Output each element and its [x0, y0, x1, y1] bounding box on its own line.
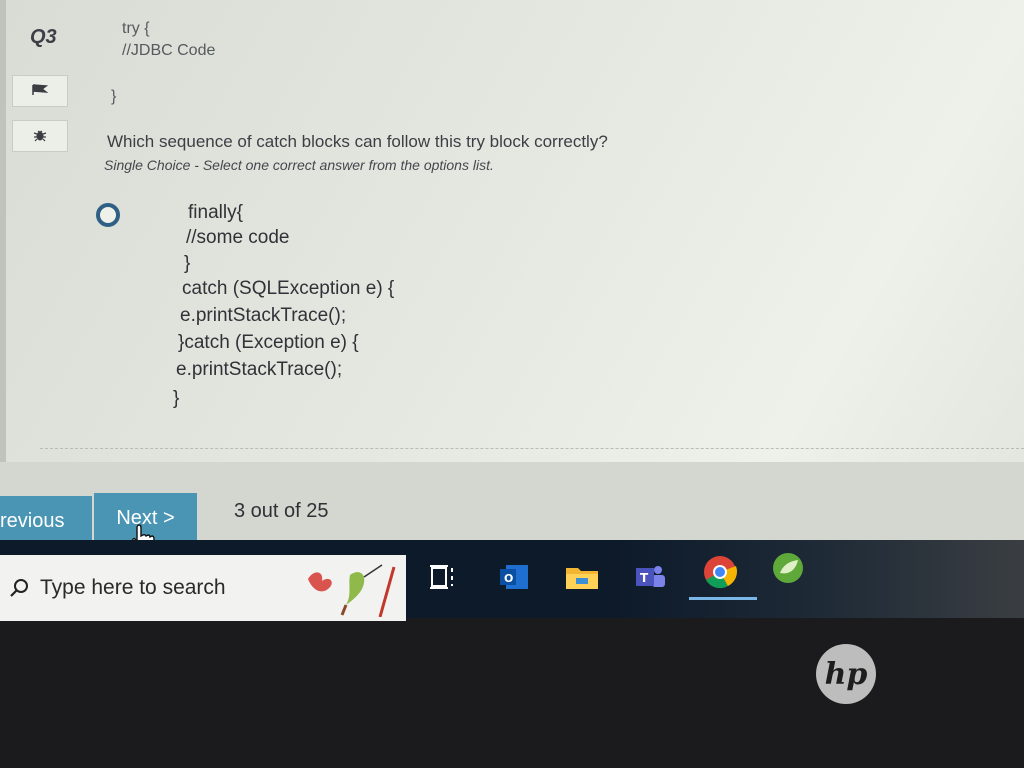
question-code-line-3: }	[111, 88, 117, 105]
svg-text:T: T	[640, 571, 649, 585]
report-bug-button[interactable]	[12, 120, 68, 152]
option-line: }	[173, 388, 180, 409]
file-explorer-icon[interactable]	[564, 562, 600, 592]
flag-button[interactable]	[12, 75, 68, 107]
hp-logo: hp	[816, 644, 876, 704]
option-line: }	[184, 253, 191, 274]
task-view-icon[interactable]	[426, 562, 462, 592]
option-line: catch (SQLException e) {	[182, 278, 395, 299]
question-text: Which sequence of catch blocks can follo…	[107, 132, 608, 151]
hp-logo-text: hp	[824, 656, 868, 692]
question-code-line-1: try {	[122, 20, 150, 37]
question-code-line-2: //JDBC Code	[122, 42, 216, 59]
spring-icon[interactable]	[770, 551, 806, 585]
quiz-screen: Q3 try { //JDBC Code } Which sequence of…	[0, 0, 1024, 615]
flag-icon	[32, 83, 49, 99]
svg-text:O: O	[504, 572, 513, 585]
divider	[40, 448, 1024, 449]
option-line: e.printStackTrace();	[180, 305, 347, 326]
search-highlight-illustration	[308, 564, 396, 617]
option-line: //some code	[186, 227, 290, 248]
option-line: e.printStackTrace();	[176, 359, 343, 380]
option-line: }catch (Exception e) {	[178, 332, 359, 353]
bug-icon	[33, 128, 47, 145]
teams-icon[interactable]: T	[632, 562, 668, 592]
outlook-icon[interactable]: O	[496, 562, 532, 592]
question-instruction: Single Choice - Select one correct answe…	[104, 157, 494, 173]
option-line: finally{	[188, 202, 243, 223]
question-number: Q3	[30, 26, 57, 48]
search-placeholder: Type here to search	[40, 576, 226, 599]
question-progress: 3 out of 25	[234, 500, 329, 522]
active-app-indicator	[689, 597, 757, 600]
option-radio-button[interactable]	[96, 203, 120, 227]
previous-button-label: revious	[0, 509, 65, 532]
chrome-icon[interactable]	[702, 554, 738, 590]
previous-button[interactable]: revious	[0, 496, 92, 546]
search-icon	[10, 579, 28, 597]
taskbar-search-box[interactable]: Type here to search	[0, 555, 406, 621]
